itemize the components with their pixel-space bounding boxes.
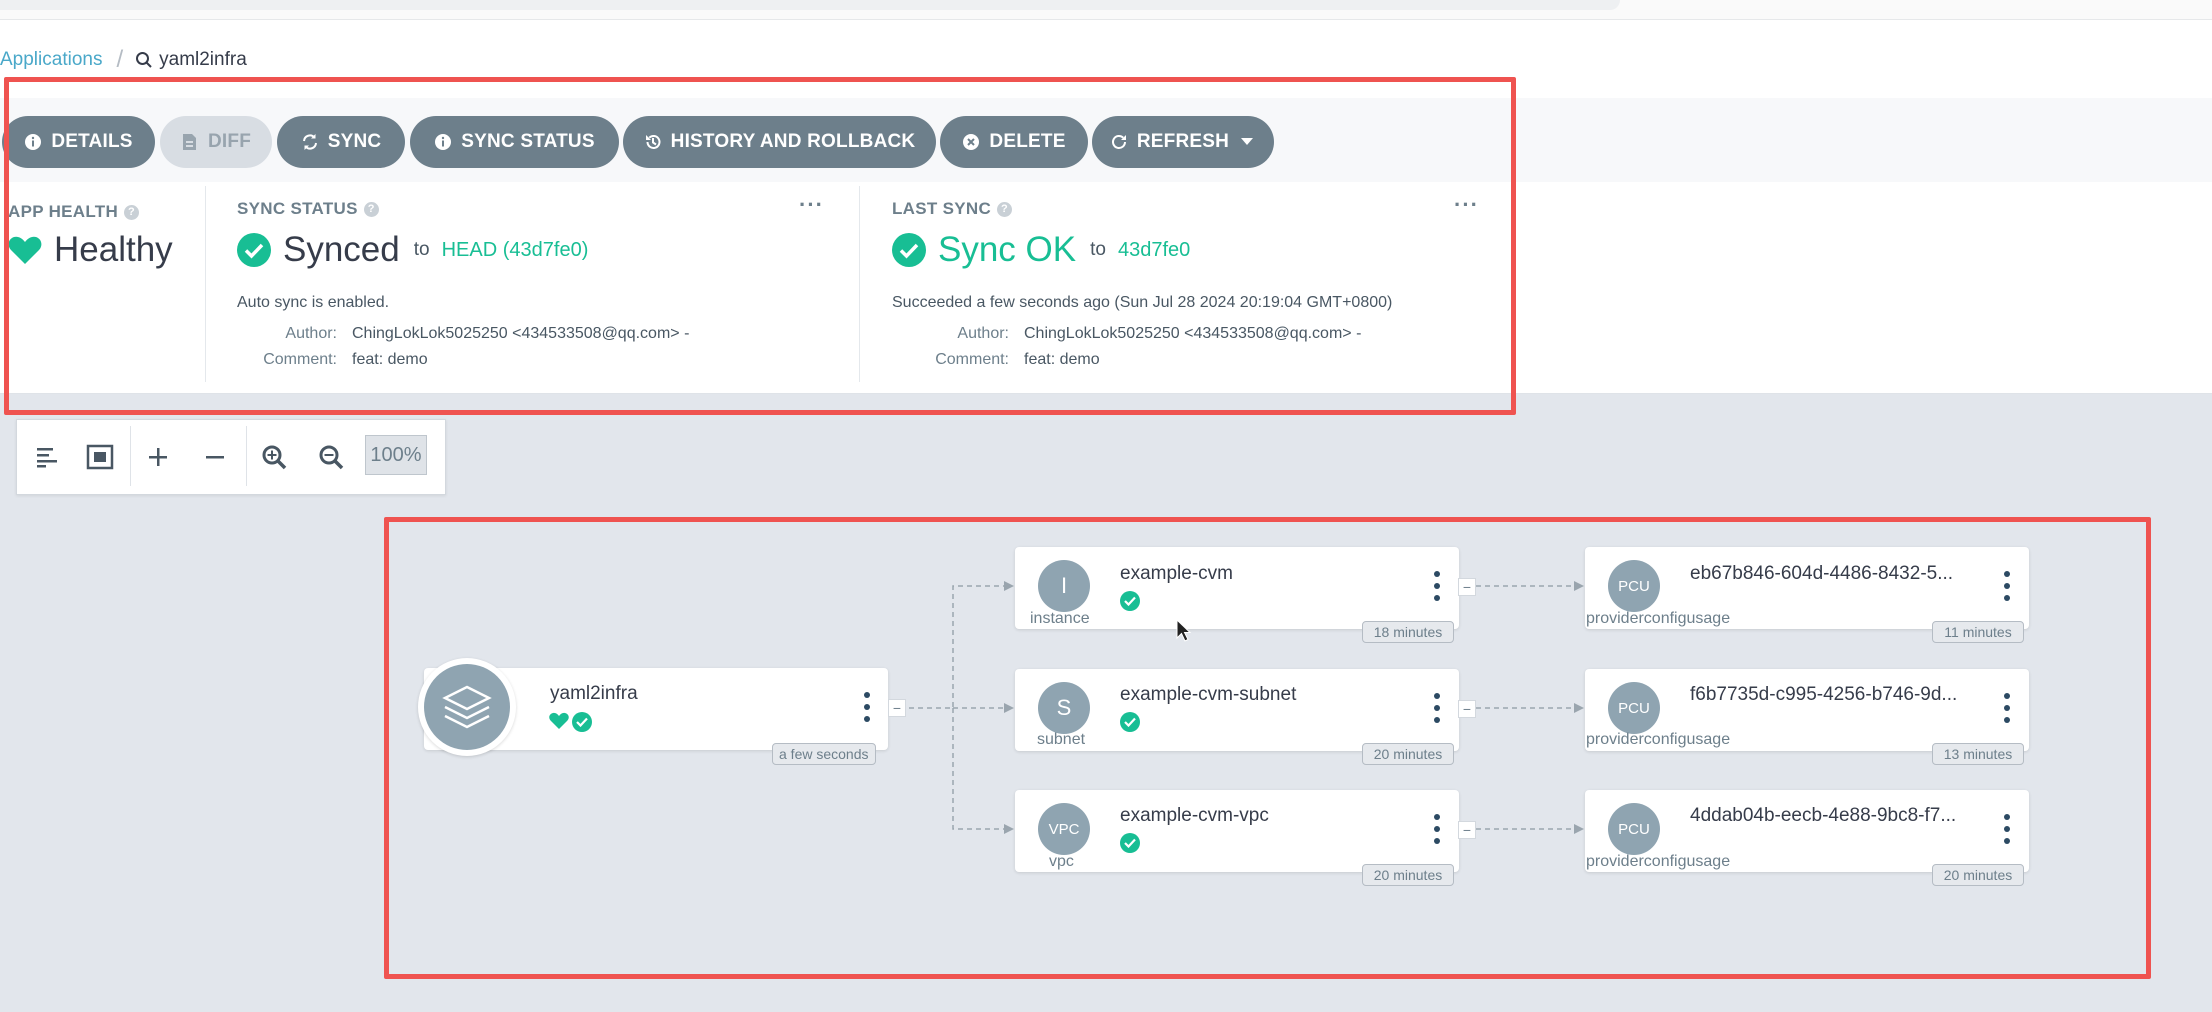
highlight-box-graph	[384, 517, 2151, 979]
highlight-box-status	[4, 77, 1516, 415]
